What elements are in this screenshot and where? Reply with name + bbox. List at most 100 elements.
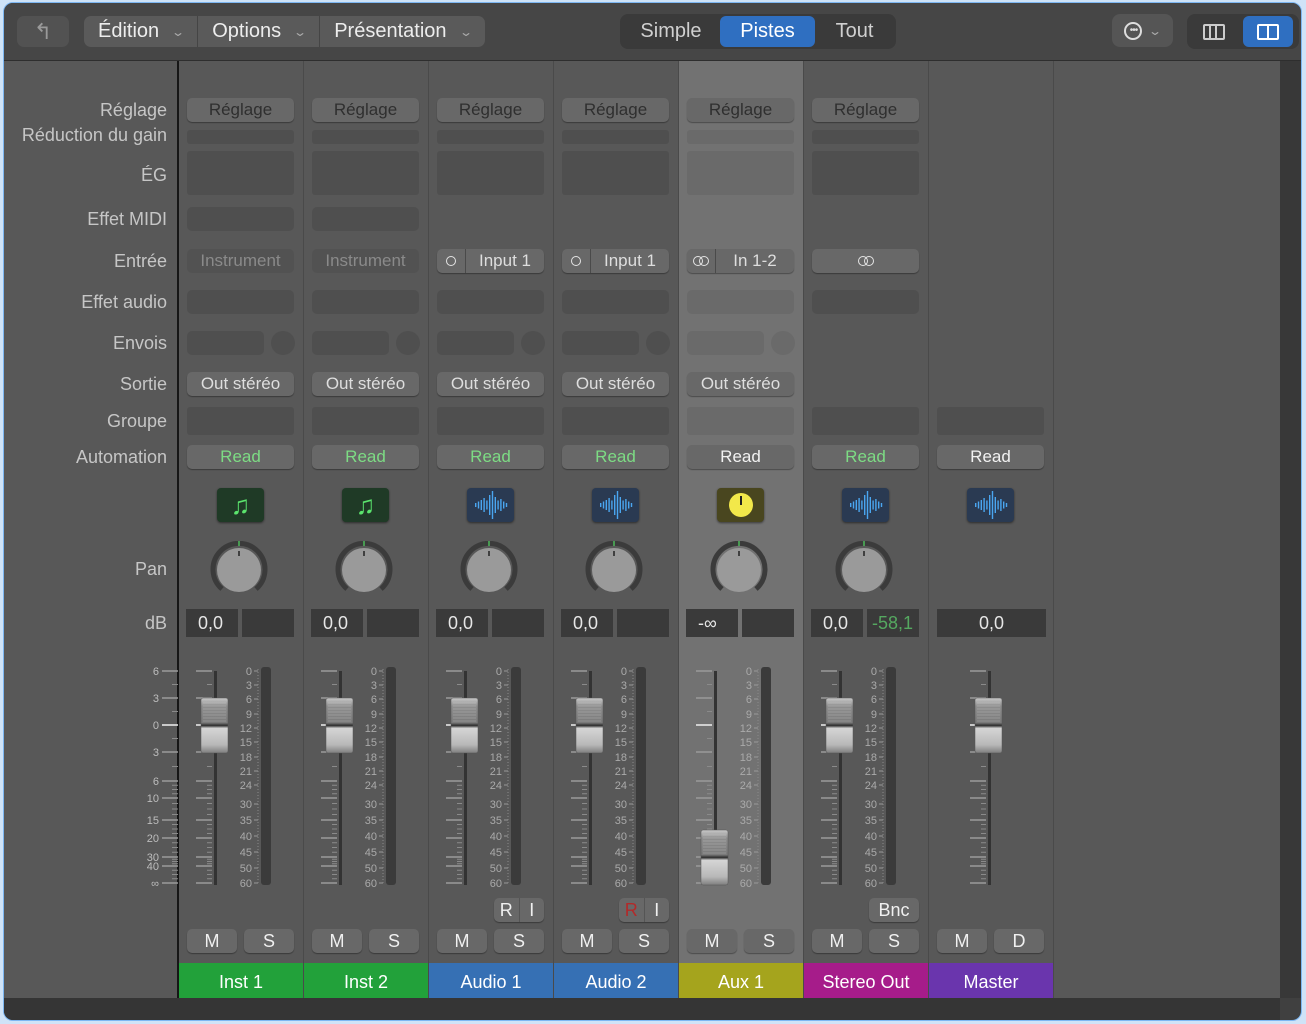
automation-mode-button[interactable]: Read — [437, 445, 544, 469]
pan-knob[interactable] — [335, 541, 393, 599]
mute-button[interactable]: M — [312, 929, 362, 953]
send-slot[interactable] — [312, 331, 389, 355]
fader-cap[interactable] — [825, 697, 854, 754]
solo-button[interactable]: S — [494, 929, 544, 953]
waveform-icon[interactable] — [592, 488, 639, 522]
input-monitor-button[interactable]: I — [520, 898, 545, 922]
back-button[interactable]: ↰ — [17, 16, 69, 47]
input-format-button[interactable] — [687, 249, 716, 273]
send-slot[interactable] — [437, 331, 514, 355]
midi-fx-slot[interactable] — [312, 207, 419, 231]
send-slot[interactable] — [187, 331, 264, 355]
audio-fx-slot[interactable] — [687, 290, 794, 314]
solo-button[interactable]: S — [244, 929, 294, 953]
peak-readout[interactable] — [492, 609, 544, 637]
volume-readout[interactable]: 0,0 — [937, 609, 1046, 637]
mute-button[interactable]: M — [562, 929, 612, 953]
automation-mode-button[interactable]: Read — [937, 445, 1044, 469]
fader-cap[interactable] — [575, 697, 604, 754]
track-name-label[interactable]: Master — [929, 963, 1053, 1001]
record-enable-button[interactable]: R — [619, 898, 645, 922]
layout-two-column-button[interactable] — [1243, 16, 1293, 47]
peak-readout[interactable] — [742, 609, 794, 637]
automation-mode-button[interactable]: Read — [562, 445, 669, 469]
track-name-label[interactable]: Aux 1 — [679, 963, 803, 1001]
mute-button[interactable]: M — [187, 929, 237, 953]
fader-cap[interactable] — [450, 697, 479, 754]
volume-readout[interactable]: -∞ — [686, 609, 738, 637]
volume-fader[interactable] — [929, 661, 1054, 921]
mute-button[interactable]: M — [687, 929, 737, 953]
group-slot[interactable] — [937, 407, 1044, 435]
group-slot[interactable] — [187, 407, 294, 435]
send-level-knob[interactable] — [271, 331, 295, 355]
music-note-icon[interactable]: ♫ — [217, 488, 264, 522]
pan-knob[interactable] — [710, 541, 768, 599]
menu-edition[interactable]: Édition ⌄ — [84, 16, 199, 47]
send-slot[interactable] — [687, 331, 764, 355]
input-button[interactable]: Input 1 — [562, 249, 669, 273]
group-slot[interactable] — [687, 407, 794, 435]
output-button[interactable]: Out stéréo — [437, 372, 544, 396]
menu-presentation[interactable]: Présentation ⌄ — [320, 16, 484, 47]
track-name-label[interactable]: Audio 1 — [429, 963, 553, 1001]
input-monitor-button[interactable]: I — [645, 898, 670, 922]
audio-fx-slot[interactable] — [312, 290, 419, 314]
eq-display[interactable] — [312, 151, 419, 195]
volume-readout[interactable]: 0,0 — [811, 609, 863, 637]
volume-fader[interactable]: 0 3 6 9 12 15 18 21 24 30 35 40 45 50 60 — [304, 661, 429, 921]
volume-readout[interactable]: 0,0 — [561, 609, 613, 637]
peak-readout[interactable] — [367, 609, 419, 637]
peak-readout[interactable]: -58,1 — [867, 609, 919, 637]
volume-fader[interactable]: 0 3 6 9 12 15 18 21 24 30 35 40 45 50 60 — [554, 661, 679, 921]
music-note-icon[interactable]: ♫ — [342, 488, 389, 522]
automation-mode-button[interactable]: Read — [187, 445, 294, 469]
eq-display[interactable] — [812, 151, 919, 195]
group-slot[interactable] — [437, 407, 544, 435]
audio-fx-slot[interactable] — [187, 290, 294, 314]
track-name-label[interactable]: Inst 2 — [304, 963, 428, 1001]
automation-mode-button[interactable]: Read — [312, 445, 419, 469]
audio-fx-slot[interactable] — [562, 290, 669, 314]
solo-button[interactable]: S — [869, 929, 919, 953]
solo-button[interactable]: S — [369, 929, 419, 953]
automation-mode-button[interactable]: Read — [812, 445, 919, 469]
midi-fx-slot[interactable] — [187, 207, 294, 231]
waveform-icon[interactable] — [842, 488, 889, 522]
send-slot[interactable] — [562, 331, 639, 355]
audio-fx-slot[interactable] — [437, 290, 544, 314]
bounce-button[interactable]: Bnc — [869, 898, 919, 922]
record-enable-button[interactable]: R — [494, 898, 520, 922]
eq-display[interactable] — [562, 151, 669, 195]
track-name-label[interactable]: Audio 2 — [554, 963, 678, 1001]
view-mode-simple[interactable]: Simple — [622, 16, 720, 47]
input-format-button[interactable] — [437, 249, 466, 273]
automation-mode-button[interactable]: Read — [687, 445, 794, 469]
volume-readout[interactable]: 0,0 — [436, 609, 488, 637]
audio-fx-slot[interactable] — [812, 290, 919, 314]
fader-cap[interactable] — [200, 697, 229, 754]
output-button[interactable]: Out stéréo — [312, 372, 419, 396]
output-button[interactable]: Out stéréo — [187, 372, 294, 396]
input-slot[interactable]: Instrument — [187, 249, 294, 273]
input-button[interactable]: In 1-2 — [687, 249, 794, 273]
setting-button[interactable]: Réglage — [187, 98, 294, 122]
layout-three-column-button[interactable] — [1189, 16, 1239, 47]
volume-readout[interactable]: 0,0 — [186, 609, 238, 637]
view-mode-tout[interactable]: Tout — [815, 16, 894, 47]
input-button[interactable]: Input 1 — [437, 249, 544, 273]
eq-display[interactable] — [437, 151, 544, 195]
input-format-button[interactable] — [812, 249, 919, 273]
peak-readout[interactable] — [242, 609, 294, 637]
send-level-knob[interactable] — [521, 331, 545, 355]
fader-cap[interactable] — [325, 697, 354, 754]
dim-button[interactable]: D — [994, 929, 1044, 953]
eq-display[interactable] — [187, 151, 294, 195]
output-button[interactable]: Out stéréo — [687, 372, 794, 396]
setting-button[interactable]: Réglage — [437, 98, 544, 122]
send-level-knob[interactable] — [771, 331, 795, 355]
mute-button[interactable]: M — [437, 929, 487, 953]
track-name-label[interactable]: Stereo Out — [804, 963, 928, 1001]
send-level-knob[interactable] — [646, 331, 670, 355]
pan-knob[interactable] — [835, 541, 893, 599]
